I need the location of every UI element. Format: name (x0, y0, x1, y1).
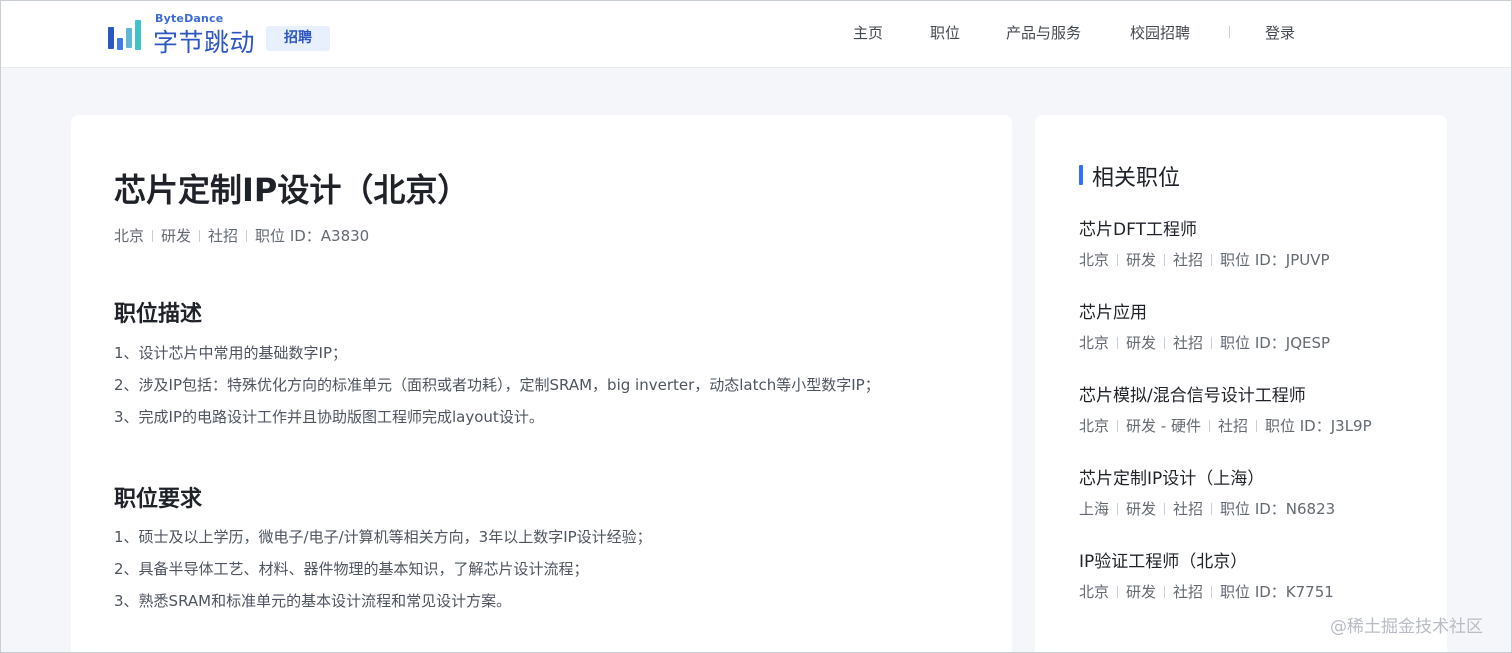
description-heading: 职位描述 (114, 302, 203, 327)
meta-divider (1164, 336, 1166, 349)
meta-divider (1117, 419, 1119, 432)
job-city: 北京 (114, 227, 145, 245)
related-jobs-card: 相关职位 芯片DFT工程师 北京 研发 社招 职位 ID：JPUVP 芯片应用 北京研… (1035, 115, 1447, 653)
job-city: 北京 (1079, 251, 1110, 269)
meta-divider (199, 229, 201, 242)
heading-accent-bar (1079, 165, 1083, 185)
related-job-meta: 北京 研发 社招 职位 ID：JPUVP (1079, 249, 1419, 270)
related-job-meta: 北京 研发 社招 职位 ID：JQESP (1079, 332, 1419, 353)
related-jobs-heading: 相关职位 (1092, 166, 1181, 191)
job-meta: 北京 研发 社招 职位 ID：A3830 (114, 225, 369, 246)
job-title: 芯片定制IP设计（北京） (114, 171, 470, 209)
meta-divider (1208, 419, 1210, 432)
related-job-name[interactable]: 芯片定制IP设计（上海） (1079, 468, 1419, 490)
related-job-meta: 北京 研发 - 硬件 社招 职位 ID：J3L9P (1079, 415, 1419, 436)
job-category: 研发 (1126, 251, 1157, 269)
related-job-item[interactable]: 芯片应用 北京 研发 社招 职位 ID：JQESP (1079, 302, 1419, 353)
meta-divider (152, 229, 154, 242)
requirements-heading: 职位要求 (114, 487, 203, 512)
description-list: 1、设计芯片中常用的基础数字IP； 2、涉及IP包括：特殊优化方向的标准单元（面… (114, 337, 880, 433)
nav-divider (1229, 26, 1230, 38)
meta-divider (1211, 502, 1213, 515)
meta-divider (1164, 585, 1166, 598)
meta-divider (1117, 253, 1119, 266)
job-id: 职位 ID：A3830 (255, 227, 370, 245)
nav-jobs[interactable]: 职位 (930, 22, 960, 43)
meta-divider (1164, 253, 1166, 266)
job-type: 社招 (208, 227, 239, 245)
nav-home[interactable]: 主页 (853, 22, 883, 43)
description-item: 3、完成IP的电路设计工作并且协助版图工程师完成layout设计。 (114, 408, 544, 426)
meta-divider (1211, 253, 1213, 266)
job-id: 职位 ID：K7751 (1220, 583, 1334, 601)
related-job-item[interactable]: 芯片DFT工程师 北京 研发 社招 职位 ID：JPUVP (1079, 219, 1419, 270)
nav-products-services[interactable]: 产品与服务 (1006, 22, 1081, 43)
related-job-item[interactable]: IP验证工程师（北京） 北京 研发 社招 职位 ID：K7751 (1079, 551, 1419, 602)
meta-divider (1117, 502, 1119, 515)
bytedance-logo-icon (108, 20, 146, 50)
watermark-text: @稀土掘金技术社区 (1330, 617, 1483, 637)
requirements-list: 1、硕士及以上学历，微电子/电子/计算机等相关方向，3年以上数字IP设计经验； … (114, 521, 652, 617)
related-job-item[interactable]: 芯片定制IP设计（上海） 上海 研发 社招 职位 ID：N6823 (1079, 468, 1419, 519)
job-city: 北京 (1079, 417, 1110, 435)
job-id: 职位 ID：JPUVP (1220, 251, 1330, 269)
meta-divider (246, 229, 248, 242)
related-job-item[interactable]: 芯片模拟/混合信号设计工程师 北京 研发 - 硬件 社招 职位 ID：J3L9P (1079, 385, 1419, 436)
job-type: 社招 (1173, 500, 1204, 518)
logo-chinese-text: 字节跳动 (153, 28, 256, 57)
requirement-item: 3、熟悉SRAM和标准单元的基本设计流程和常见设计方案。 (114, 592, 512, 610)
job-type: 社招 (1173, 583, 1204, 601)
job-category: 研发 (1126, 583, 1157, 601)
meta-divider (1117, 336, 1119, 349)
description-item: 1、设计芯片中常用的基础数字IP； (114, 344, 348, 362)
job-id: 职位 ID：J3L9P (1264, 417, 1372, 435)
requirement-item: 2、具备半导体工艺、材料、器件物理的基本知识，了解芯片设计流程； (114, 560, 589, 578)
related-job-name[interactable]: 芯片应用 (1079, 302, 1419, 324)
related-job-meta: 上海 研发 社招 职位 ID：N6823 (1079, 498, 1419, 519)
job-city: 上海 (1079, 500, 1110, 518)
nav-campus-recruitment[interactable]: 校园招聘 (1130, 22, 1190, 43)
related-job-meta: 北京 研发 社招 职位 ID：K7751 (1079, 581, 1419, 602)
job-type: 社招 (1173, 251, 1204, 269)
meta-divider (1117, 585, 1119, 598)
job-id: 职位 ID：JQESP (1220, 334, 1331, 352)
job-category: 研发 (161, 227, 192, 245)
requirement-item: 1、硕士及以上学历，微电子/电子/计算机等相关方向，3年以上数字IP设计经验； (114, 528, 652, 546)
bytedance-logo[interactable]: ByteDance 字节跳动 招聘 (108, 12, 338, 57)
meta-divider (1255, 419, 1257, 432)
description-item: 2、涉及IP包括：特殊优化方向的标准单元（面积或者功耗），定制SRAM，big … (114, 376, 880, 394)
job-category: 研发 (1126, 334, 1157, 352)
meta-divider (1211, 336, 1213, 349)
job-detail-card: 芯片定制IP设计（北京） 北京 研发 社招 职位 ID：A3830 职位描述 1、设计… (71, 115, 1012, 653)
related-job-name[interactable]: IP验证工程师（北京） (1079, 551, 1419, 573)
recruitment-badge: 招聘 (266, 26, 330, 51)
login-link[interactable]: 登录 (1265, 22, 1295, 43)
related-job-name[interactable]: 芯片DFT工程师 (1079, 219, 1419, 241)
job-id: 职位 ID：N6823 (1220, 500, 1336, 518)
top-header: ByteDance 字节跳动 招聘 主页 职位 产品与服务 校园招聘 登录 (0, 0, 1512, 68)
meta-divider (1164, 502, 1166, 515)
job-city: 北京 (1079, 334, 1110, 352)
job-city: 北京 (1079, 583, 1110, 601)
job-category: 研发 - 硬件 (1126, 417, 1201, 435)
job-type: 社招 (1217, 417, 1248, 435)
job-category: 研发 (1126, 500, 1157, 518)
job-type: 社招 (1173, 334, 1204, 352)
meta-divider (1211, 585, 1213, 598)
related-job-name[interactable]: 芯片模拟/混合信号设计工程师 (1079, 385, 1419, 407)
